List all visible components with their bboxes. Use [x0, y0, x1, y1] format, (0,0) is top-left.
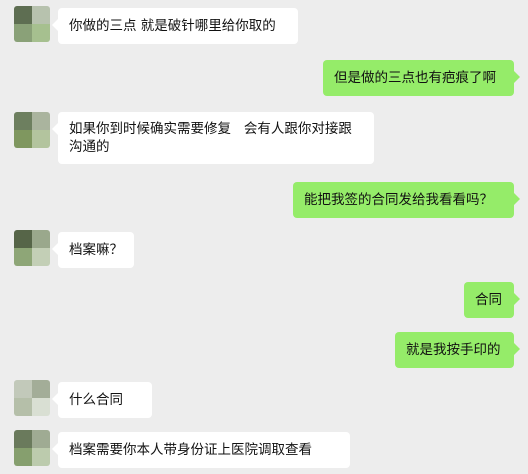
- contact-avatar[interactable]: [14, 430, 50, 466]
- incoming-message: 档案需要你本人带身份证上医院调取查看: [52, 432, 350, 468]
- outgoing-message: 合同: [464, 282, 520, 318]
- incoming-message: 档案嘛？: [52, 232, 134, 268]
- outgoing-message: 能把我签的合同发给我看看吗？: [293, 182, 520, 218]
- outgoing-message: 但是做的三点也有疤痕了啊: [323, 60, 520, 96]
- contact-avatar[interactable]: [14, 6, 50, 42]
- contact-avatar[interactable]: [14, 112, 50, 148]
- incoming-message: 如果你到时候确实需要修复 会有人跟你对接跟 沟通的: [52, 112, 374, 164]
- contact-avatar[interactable]: [14, 380, 50, 416]
- contact-avatar[interactable]: [14, 230, 50, 266]
- incoming-message: 你做的三点 就是破针哪里给你取的: [52, 8, 298, 44]
- outgoing-message: 就是我按手印的: [395, 332, 520, 368]
- incoming-message: 什么合同: [52, 382, 152, 418]
